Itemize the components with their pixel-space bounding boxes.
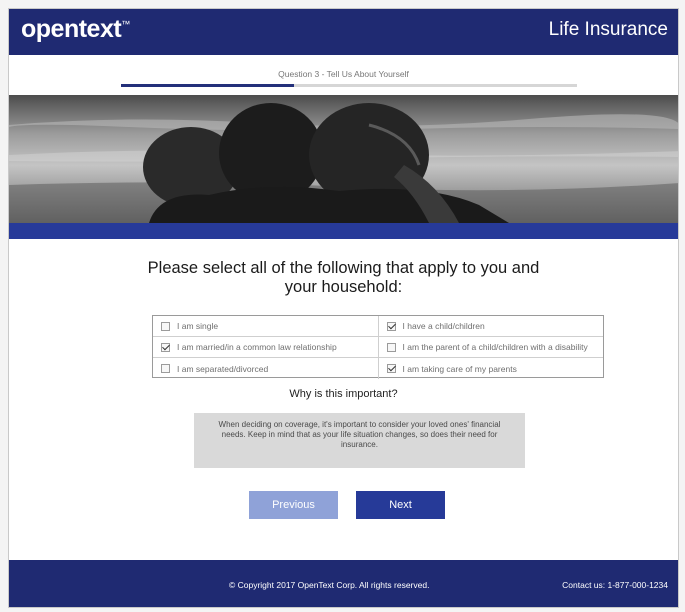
option-parent-disability[interactable]: I am the parent of a child/children with…	[379, 337, 604, 357]
option-married[interactable]: I am married/in a common law relationshi…	[153, 337, 379, 357]
option-label: I am the parent of a child/children with…	[402, 342, 588, 352]
trademark-mark: ™	[121, 19, 130, 29]
question-line-1: Please select all of the following that …	[147, 259, 540, 277]
question-line-2: your household:	[284, 278, 403, 296]
option-label: I am separated/divorced	[177, 363, 269, 374]
hero-accent-band	[9, 223, 678, 239]
app-window: opentext™ Life Insurance Question 3 - Te…	[8, 8, 679, 608]
info-text: When deciding on coverage, it's importan…	[218, 420, 501, 449]
checkbox-parent-disability[interactable]	[386, 342, 396, 352]
checkbox-single[interactable]	[161, 321, 170, 331]
opentext-logo[interactable]: opentext™	[21, 15, 130, 44]
option-caring-parents[interactable]: I am taking care of my parents	[379, 358, 604, 379]
option-single[interactable]: I am single	[153, 316, 379, 336]
options-row: I am married/in a common law relationshi…	[153, 337, 603, 358]
step-label: Question 3 - Tell Us About Yourself	[278, 69, 409, 79]
option-label: I have a child/children	[402, 321, 485, 331]
logo-text: opentext	[21, 15, 122, 43]
checkbox-separated[interactable]	[161, 364, 170, 373]
progress-bar	[121, 84, 577, 87]
options-row: I am separated/divorced I am taking care…	[153, 358, 603, 379]
option-have-children[interactable]: I have a child/children	[379, 316, 604, 336]
option-label: I am single	[177, 321, 219, 331]
why-important-info-box: When deciding on coverage, it's importan…	[194, 413, 525, 468]
footer-bar: © Copyright 2017 OpenText Corp. All righ…	[9, 560, 678, 607]
family-photo-image	[9, 95, 678, 223]
option-label: I am taking care of my parents	[402, 363, 517, 374]
contact-link[interactable]: Contact us: 1-877-000-1234	[562, 580, 668, 590]
checkbox-married[interactable]	[161, 342, 170, 352]
hero-image	[9, 95, 678, 223]
question-heading: Please select all of the following that …	[9, 259, 678, 297]
why-important-heading: Why is this important?	[289, 388, 398, 400]
checkbox-have-children[interactable]	[386, 321, 396, 331]
next-button[interactable]: Next	[356, 491, 445, 519]
previous-button[interactable]: Previous	[249, 491, 338, 519]
app-title: Life Insurance	[548, 19, 668, 40]
options-grid: I am single I have a child/children I am…	[152, 315, 604, 379]
header-bar: opentext™ Life Insurance	[9, 9, 678, 55]
copyright-text: © Copyright 2017 OpenText Corp. All righ…	[229, 580, 430, 590]
checkbox-caring-parents[interactable]	[386, 364, 396, 373]
option-separated[interactable]: I am separated/divorced	[153, 358, 379, 379]
option-label: I am married/in a common law relationshi…	[177, 342, 337, 352]
progress-fill	[121, 84, 295, 87]
options-row: I am single I have a child/children	[153, 316, 603, 337]
